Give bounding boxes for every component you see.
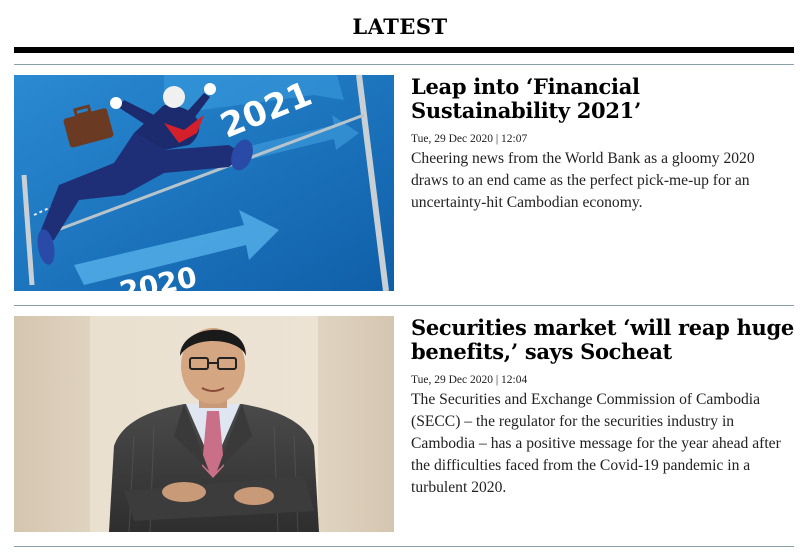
article-timestamp: Tue, 29 Dec 2020 | 12:04	[411, 374, 528, 386]
article-thumbnail[interactable]: 2021 2020	[14, 75, 394, 291]
article-text: Leap into ‘Financial Sustainability 2021…	[411, 75, 794, 214]
article-text: Securities market ‘will reap huge benefi…	[411, 316, 794, 499]
section-title: LATEST	[352, 14, 448, 39]
article-timestamp: Tue, 29 Dec 2020 | 12:07	[411, 133, 528, 145]
article-thumbnail[interactable]	[14, 316, 394, 532]
portrait-photo	[14, 316, 394, 532]
article-card: Securities market ‘will reap huge benefi…	[14, 316, 794, 532]
article-headline[interactable]: Leap into ‘Financial Sustainability 2021…	[411, 75, 794, 123]
divider	[14, 64, 794, 65]
divider	[14, 305, 794, 306]
divider	[14, 546, 794, 547]
article-summary: Cheering news from the World Bank as a g…	[411, 150, 755, 211]
article-card: 2021 2020 Leap into ‘Financial Sustainab…	[14, 75, 794, 291]
leap-illustration: 2021 2020	[14, 75, 394, 291]
section-rule	[14, 47, 794, 53]
article-headline[interactable]: Securities market ‘will reap huge benefi…	[411, 316, 794, 364]
article-summary: The Securities and Exchange Commission o…	[411, 391, 781, 496]
